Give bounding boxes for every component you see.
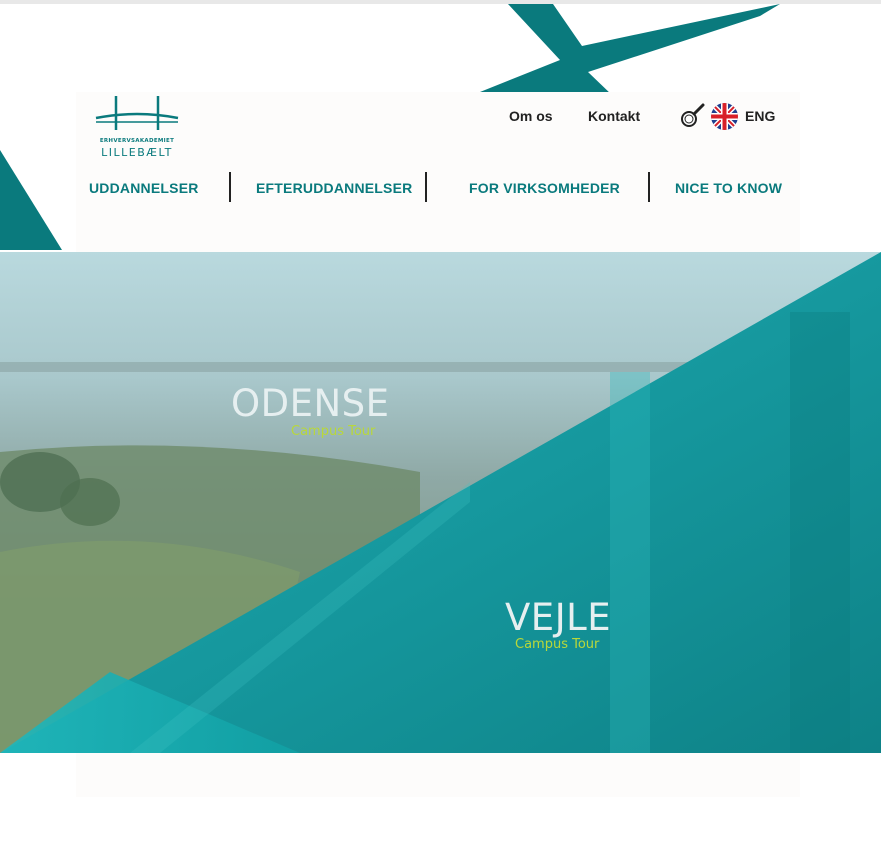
uk-flag-icon[interactable] <box>711 103 738 130</box>
nav-item-efteruddannelser[interactable]: EFTERUDDANNELSER <box>256 180 412 196</box>
nav-divider <box>425 172 427 202</box>
nav-item-for-virksomheder[interactable]: FOR VIRKSOMHEDER <box>469 180 620 196</box>
vejle-subtitle: Campus Tour <box>515 637 600 652</box>
site-logo[interactable]: ERHVERVSAKADEMIET LILLEBÆLT <box>94 92 180 162</box>
about-link[interactable]: Om os <box>509 108 553 124</box>
bridge-logo-icon <box>95 96 179 130</box>
nav-item-uddannelser[interactable]: UDDANNELSER <box>89 180 199 196</box>
logo-caption-small: ERHVERVSAKADEMIET <box>99 138 175 144</box>
vejle-title[interactable]: VEJLE <box>505 596 611 639</box>
hero-campus-tours[interactable]: ODENSE Campus Tour VEJLE Campus Tour <box>0 252 881 753</box>
hero-image <box>0 252 881 753</box>
nav-item-nice-to-know[interactable]: NICE TO KNOW <box>675 180 782 196</box>
footer-panel <box>76 753 800 797</box>
logo-caption-big: LILLEBÆLT <box>101 146 173 159</box>
odense-subtitle: Campus Tour <box>291 424 376 439</box>
nav-divider <box>229 172 231 202</box>
language-label[interactable]: ENG <box>745 108 775 124</box>
odense-title[interactable]: ODENSE <box>231 382 390 425</box>
contact-link[interactable]: Kontakt <box>588 108 640 124</box>
magnifier-icon[interactable] <box>679 103 705 129</box>
nav-divider <box>648 172 650 202</box>
